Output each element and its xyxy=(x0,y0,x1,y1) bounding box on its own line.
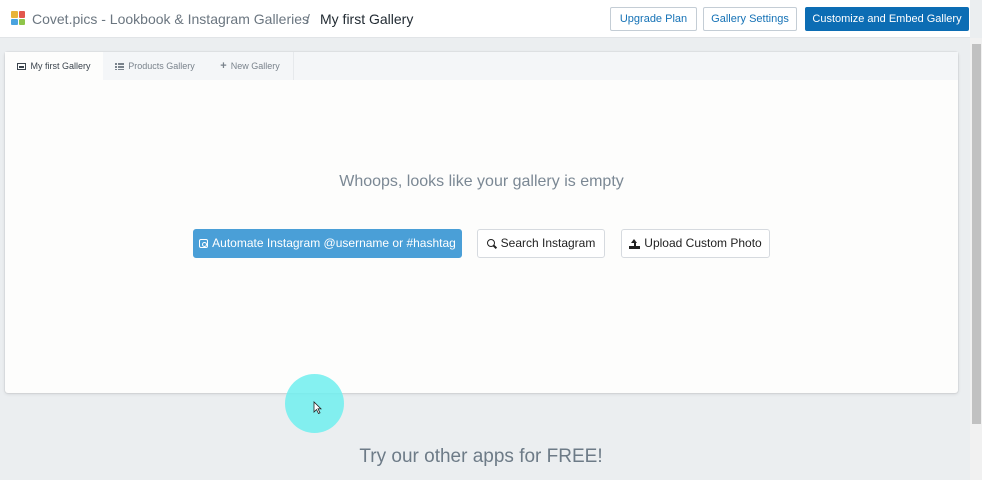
app-logo-icon xyxy=(11,11,25,25)
tab-label: Products Gallery xyxy=(128,61,195,71)
top-bar: Covet.pics - Lookbook & Instagram Galler… xyxy=(0,0,970,38)
upload-custom-photo-button[interactable]: Upload Custom Photo xyxy=(621,229,770,258)
automate-instagram-label: Automate Instagram @username or #hashtag xyxy=(212,236,456,250)
upgrade-plan-button[interactable]: Upgrade Plan xyxy=(610,7,697,31)
upload-icon xyxy=(629,238,641,249)
gallery-settings-button[interactable]: Gallery Settings xyxy=(703,7,797,31)
tabbar-filler xyxy=(293,52,958,80)
breadcrumb-app-link[interactable]: Covet.pics - Lookbook & Instagram Galler… xyxy=(32,11,309,27)
page-title: My first Gallery xyxy=(320,11,414,27)
tab-label: New Gallery xyxy=(230,61,280,71)
image-icon xyxy=(17,62,27,70)
breadcrumb-separator: / xyxy=(306,11,310,27)
automate-instagram-button[interactable]: Automate Instagram @username or #hashtag xyxy=(193,229,462,258)
other-apps-heading: Try our other apps for FREE! xyxy=(359,446,603,467)
upload-custom-photo-label: Upload Custom Photo xyxy=(644,236,762,250)
empty-gallery-message: Whoops, looks like your gallery is empty xyxy=(339,173,624,190)
instagram-icon xyxy=(199,239,209,248)
search-instagram-button[interactable]: Search Instagram xyxy=(477,229,605,258)
gallery-card: My first Gallery Products Gallery + New … xyxy=(5,52,958,393)
plus-icon: + xyxy=(220,59,227,72)
tab-new-gallery[interactable]: + New Gallery xyxy=(207,52,293,80)
mouse-cursor-icon xyxy=(313,401,322,414)
gallery-tabs: My first Gallery Products Gallery + New … xyxy=(5,52,958,80)
tab-label: My first Gallery xyxy=(30,61,91,71)
search-icon xyxy=(486,238,497,249)
customize-embed-button[interactable]: Customize and Embed Gallery xyxy=(805,7,969,31)
tab-my-first-gallery[interactable]: My first Gallery xyxy=(5,52,103,80)
scrollbar-thumb[interactable] xyxy=(972,44,981,424)
tab-products-gallery[interactable]: Products Gallery xyxy=(103,52,207,80)
search-instagram-label: Search Instagram xyxy=(500,236,596,250)
grid-icon xyxy=(115,62,125,70)
